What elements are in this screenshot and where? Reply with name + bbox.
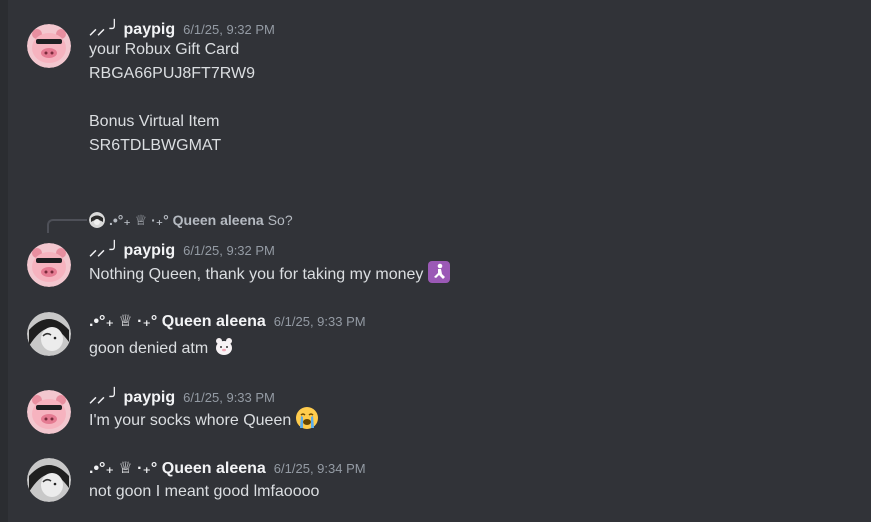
message-text: I'm your socks whore Queen (89, 412, 292, 429)
kneeling-person-emoji (427, 260, 451, 283)
message-line: SR6TDLBWGMAT (89, 137, 222, 154)
message-line: your Robux Gift Card (89, 41, 240, 58)
message-text: not goon I meant good lmfaoooo (89, 483, 320, 500)
pig-avatar-icon[interactable] (27, 243, 71, 287)
username[interactable]: ⸝⸝ ╯ paypig (89, 385, 175, 407)
username[interactable]: ⸝⸝ ╯ paypig (89, 238, 175, 260)
timestamp: 6/1/25, 9:32 PM (183, 22, 275, 37)
message-line (89, 86, 255, 110)
pig-avatar-icon[interactable] (27, 24, 71, 68)
loudly-crying-face-emoji (295, 406, 319, 429)
message-line: Bonus Virtual Item (89, 113, 220, 130)
reply-author[interactable]: .•°₊ ♕ ·₊° Queen aleena (109, 212, 264, 229)
username[interactable]: .•°₊ ♕ ·₊° Queen aleena (89, 311, 266, 331)
timestamp: 6/1/25, 9:34 PM (273, 461, 366, 476)
reply-connector (47, 219, 87, 233)
timestamp: 6/1/25, 9:33 PM (183, 390, 275, 405)
timestamp: 6/1/25, 9:32 PM (183, 243, 275, 258)
message-line: RBGA66PUJ8FT7RW9 (89, 65, 255, 82)
username[interactable]: ⸝⸝ ╯ paypig (89, 17, 175, 39)
reply-preview[interactable]: .•°₊ ♕ ·₊° Queen aleena So? (89, 211, 293, 229)
queen-avatar-icon[interactable] (27, 312, 71, 356)
message-text: goon denied atm (89, 340, 209, 357)
reply-text: So? (267, 212, 293, 228)
white-bear-emoji (212, 334, 234, 356)
message-text: Nothing Queen, thank you for taking my m… (89, 266, 424, 283)
timestamp: 6/1/25, 9:33 PM (273, 314, 366, 329)
username[interactable]: .•°₊ ♕ ·₊° Queen aleena (89, 458, 266, 478)
pig-avatar-icon[interactable] (27, 390, 71, 434)
chat-message-list[interactable]: ⸝⸝ ╯ paypig 6/1/25, 9:32 PM your Robux G… (0, 0, 871, 522)
left-divider (0, 0, 8, 522)
queen-avatar-icon (89, 212, 105, 228)
queen-avatar-icon[interactable] (27, 458, 71, 502)
